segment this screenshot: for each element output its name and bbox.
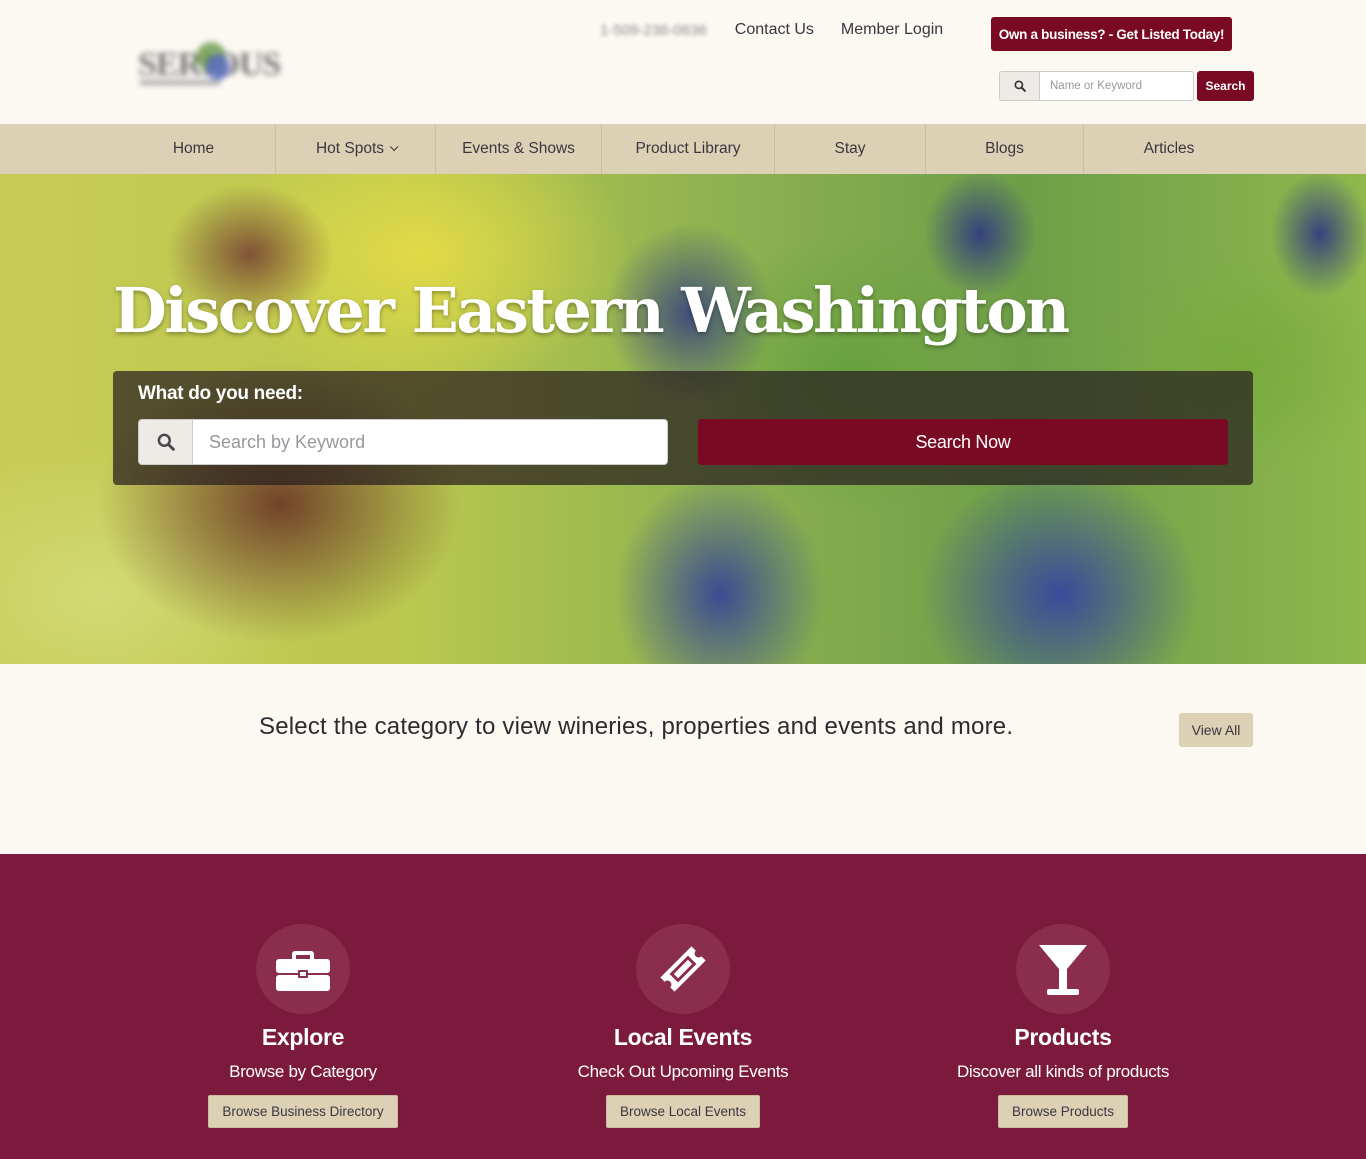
feature-subtitle: Check Out Upcoming Events (577, 1062, 789, 1081)
category-intro-text: Select the category to view wineries, pr… (259, 713, 1014, 740)
header-search-input[interactable] (1040, 71, 1194, 101)
hero-search-panel: What do you need: Search Now (113, 371, 1253, 485)
main-nav: Home Hot Spots Events & Shows Product Li… (0, 124, 1366, 174)
header-search: Search (999, 71, 1254, 101)
category-intro: Select the category to view wineries, pr… (0, 664, 1366, 854)
phone-number[interactable]: 1-509-236-0636 (600, 22, 707, 39)
cocktail-glass-icon (1039, 945, 1087, 995)
logo-grape-cluster (206, 54, 230, 80)
nav-label: Product Library (635, 140, 741, 157)
keyword-search-input[interactable] (193, 419, 668, 465)
feature-title: Local Events (613, 1024, 753, 1050)
nav-label: Stay (834, 140, 866, 157)
feature-icon-circle (636, 924, 730, 1014)
search-icon (138, 419, 193, 465)
nav-label: Home (172, 140, 215, 157)
nav-item-articles[interactable]: Articles (1084, 124, 1254, 174)
nav-item-blogs[interactable]: Blogs (926, 124, 1084, 174)
feature-products: Products Discover all kinds of products … (873, 924, 1253, 1128)
nav-label: Articles (1143, 140, 1195, 157)
view-all-button[interactable]: View All (1179, 713, 1253, 747)
feature-explore: Explore Browse by Category Browse Busine… (113, 924, 493, 1128)
feature-local-events: Local Events Check Out Upcoming Events B… (493, 924, 873, 1128)
feature-subtitle: Browse by Category (229, 1062, 377, 1081)
feature-icon-circle (1016, 924, 1110, 1014)
nav-label: Events & Shows (462, 140, 575, 157)
ticket-icon (660, 946, 706, 992)
search-icon (999, 71, 1040, 101)
nav-item-stay[interactable]: Stay (775, 124, 926, 174)
top-links: 1-509-236-0636 Contact Us Member Login (600, 18, 970, 42)
nav-label: Hot Spots (315, 140, 385, 157)
search-now-button[interactable]: Search Now (698, 419, 1228, 465)
chevron-down-icon (389, 142, 399, 152)
nav-item-events-shows[interactable]: Events & Shows (436, 124, 602, 174)
site-logo[interactable]: SERIOUS (136, 38, 281, 90)
logo-tagline (140, 80, 220, 85)
hero-banner: Discover Eastern Washington What do you … (0, 174, 1366, 664)
get-listed-button[interactable]: Own a business? - Get Listed Today! (991, 17, 1232, 51)
nav-item-home[interactable]: Home (0, 124, 276, 174)
feature-section: Explore Browse by Category Browse Busine… (0, 854, 1366, 1159)
briefcase-icon (276, 951, 330, 991)
feature-title: Products (1014, 1024, 1112, 1050)
nav-item-product-library[interactable]: Product Library (602, 124, 775, 174)
hero-search-label: What do you need: (138, 383, 303, 404)
hero-search-field (138, 419, 668, 465)
nav-item-hot-spots[interactable]: Hot Spots (276, 124, 436, 174)
feature-title: Explore (261, 1024, 345, 1050)
contact-us-link[interactable]: Contact Us (735, 21, 814, 39)
browse-local-events-button[interactable]: Browse Local Events (605, 1095, 761, 1128)
hero-title: Discover Eastern Washington (113, 274, 1070, 347)
site-header: SERIOUS 1-509-236-0636 Contact Us Member… (0, 0, 1366, 124)
browse-products-button[interactable]: Browse Products (997, 1095, 1129, 1128)
member-login-link[interactable]: Member Login (841, 21, 943, 39)
browse-business-directory-button[interactable]: Browse Business Directory (208, 1095, 398, 1128)
feature-subtitle: Discover all kinds of products (956, 1062, 1170, 1081)
nav-label: Blogs (985, 140, 1024, 157)
header-search-button[interactable]: Search (1197, 71, 1254, 101)
feature-icon-circle (256, 924, 350, 1014)
